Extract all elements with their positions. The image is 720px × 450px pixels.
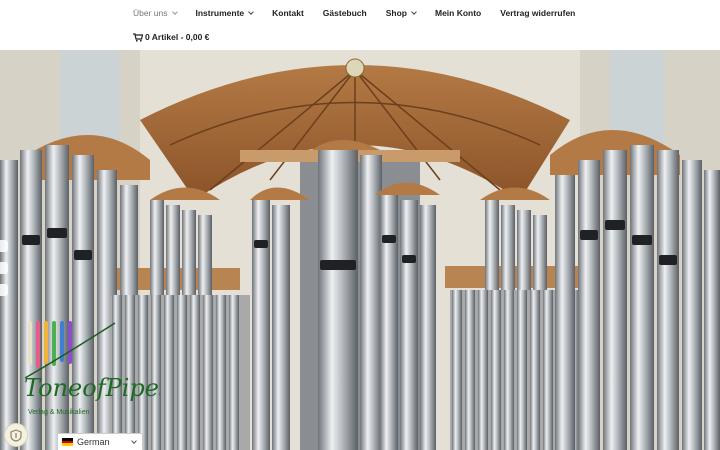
site-header: Über uns Instrumente Kontakt Gästebuch S… — [0, 0, 720, 50]
svg-text:ToneofPipes: ToneofPipes — [24, 374, 160, 402]
nav-item-shop[interactable]: Shop — [385, 8, 417, 18]
svg-text:Verlag & Musikalien: Verlag & Musikalien — [28, 409, 90, 416]
main-navigation: Über uns Instrumente Kontakt Gästebuch S… — [133, 0, 594, 26]
chevron-down-icon — [411, 8, 417, 15]
shopping-cart-icon — [133, 32, 143, 42]
tone-of-pipes-logo: ToneofPipes Verlag & Musikalien — [24, 321, 171, 416]
nav-label: Instrumente — [195, 8, 245, 18]
chevron-down-icon — [131, 437, 137, 444]
nav-label: Shop — [385, 8, 407, 18]
nav-label: Kontakt — [272, 8, 304, 18]
nav-label: Gästebuch — [322, 8, 367, 18]
cart-summary: 0 Artikel - 0,00 € — [145, 32, 210, 42]
nav-label: Mein Konto — [434, 8, 482, 18]
nav-label: Über uns — [133, 8, 168, 18]
privacy-settings-button[interactable] — [4, 423, 28, 447]
chevron-down-icon — [171, 8, 178, 15]
language-selected: German — [77, 437, 110, 447]
shield-icon — [10, 428, 22, 442]
chevron-down-icon — [248, 8, 254, 15]
cart-link[interactable]: 0 Artikel - 0,00 € — [133, 32, 209, 42]
de-flag-icon — [62, 438, 73, 447]
share-icon[interactable] — [0, 240, 8, 252]
nav-item-gaestebuch[interactable]: Gästebuch — [323, 8, 367, 18]
site-logo[interactable]: ToneofPipes Verlag & Musikalien — [20, 318, 171, 428]
nav-label: Vertrag widerrufen — [500, 8, 576, 18]
social-share-bar — [0, 240, 8, 306]
language-switcher[interactable]: German — [57, 433, 143, 450]
nav-item-instrumente[interactable]: Instrumente — [196, 8, 254, 18]
share-icon[interactable] — [0, 262, 8, 274]
nav-item-mein-konto[interactable]: Mein Konto — [435, 8, 481, 18]
share-icon[interactable] — [0, 284, 8, 296]
nav-item-vertrag-widerrufen[interactable]: Vertrag widerrufen — [500, 8, 575, 18]
nav-item-ueber-uns[interactable]: Über uns — [133, 8, 178, 18]
nav-item-kontakt[interactable]: Kontakt — [272, 8, 304, 18]
